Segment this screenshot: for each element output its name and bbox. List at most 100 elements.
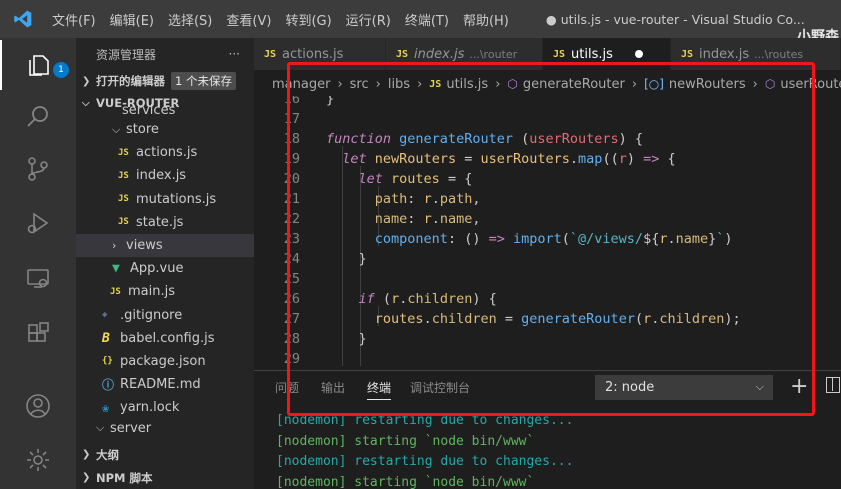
outline-section[interactable]: ❯ 大纲 [76,443,254,466]
breadcrumb-item[interactable]: utils.js [446,77,488,92]
source-control-icon[interactable] [0,144,76,194]
chevron-right-icon: › [112,239,117,253]
tree-folder-store[interactable]: ⌵ store [76,118,254,141]
vscode-logo-icon[interactable] [0,0,45,38]
remote-explorer-icon[interactable] [0,253,76,303]
code-line: 19 let newRouters = userRouters.map((r) … [254,149,841,169]
unsaved-badge: 1 个未保存 [171,72,236,90]
explorer-icon[interactable]: 1 [0,40,76,90]
chevron-right-icon: ❯ [82,75,91,87]
tree-file-app-vue[interactable]: ▼ App.vue [76,257,254,280]
new-terminal-button[interactable]: + [790,374,808,400]
settings-gear-icon[interactable] [0,435,76,485]
breadcrumb-item[interactable]: userRouters.m [780,77,841,92]
menu-terminal[interactable]: 终端(T) [398,10,456,29]
tab-actions-js[interactable]: JS actions.js [254,38,386,70]
line-number: 29 [283,351,300,366]
tree-file-index-js[interactable]: JS index.js [76,164,254,187]
terminal-selector[interactable]: 2: node ⌵ [595,375,773,400]
breadcrumb-item[interactable]: newRouters [669,77,746,92]
npm-scripts-label: NPM 脚本 [96,470,153,485]
tree-file-actions-js[interactable]: JS actions.js [76,141,254,164]
breadcrumb-item[interactable]: manager [272,77,330,92]
chevron-down-icon: ⌵ [112,122,121,136]
sidebar-bottom-sections: ❯ 大纲 ❯ NPM 脚本 [76,443,254,489]
tree-file-yarn-lock[interactable]: ❀ yarn.lock [76,396,254,419]
yarn-file-icon: ❀ [102,400,110,415]
js-file-icon: JS [681,48,694,60]
code-text: } [358,251,367,268]
npm-scripts-section[interactable]: ❯ NPM 脚本 [76,466,254,489]
open-editors-label: 打开的编辑器 [96,74,165,88]
vue-file-icon: ▼ [112,261,120,277]
tab-output[interactable]: 输出 [310,371,356,405]
terminal-output[interactable]: [nodemon] restarting due to changes... [… [254,404,841,489]
run-debug-icon[interactable] [0,198,76,248]
account-icon[interactable] [0,381,76,431]
tree-item-label: babel.config.js [120,330,215,346]
split-terminal-icon[interactable] [826,377,840,393]
chevron-right-icon: ❯ [82,472,91,483]
tree-file-package-json[interactable]: {} package.json [76,350,254,373]
tab-router-index-js[interactable]: JS index.js ...\router [386,38,543,70]
tab-utils-js[interactable]: JS utils.js [543,38,671,70]
menu-view[interactable]: 查看(V) [219,10,278,29]
tree-file-main-js[interactable]: JS main.js [76,280,254,303]
menu-file[interactable]: 文件(F) [45,10,103,29]
tree-file-readme[interactable]: ⓘ README.md [76,373,254,396]
tree-item-label: actions.js [136,145,198,161]
code-text: } [326,96,335,108]
code-line: 21 path: r.path, [254,189,841,209]
line-number: 26 [283,291,300,308]
breadcrumb-item[interactable]: src [350,77,369,92]
tree-item-label: .gitignore [120,307,183,323]
tree-item-label: mutations.js [136,191,217,207]
menu-run[interactable]: 运行(R) [339,10,398,29]
tree-file-babel-config[interactable]: B babel.config.js [76,327,254,350]
js-file-icon: JS [264,48,277,60]
tab-terminal[interactable]: 终端 [367,376,392,400]
js-file-icon: JS [118,147,129,158]
tree-folder-views[interactable]: › views [76,233,254,258]
unsaved-dot-icon[interactable] [634,50,643,58]
tab-description: ...\routes [754,47,804,61]
open-editors-section[interactable]: ❯ 打开的编辑器 1 个未保存 [76,70,254,92]
tab-label: actions.js [282,46,344,62]
tab-problems[interactable]: 问题 [264,371,310,405]
tab-routes-index-js[interactable]: JS index.js ...\routes [671,38,841,70]
chevron-down-icon: ⌵ [755,380,764,393]
code-editor[interactable]: 16} 17 18 function generateRouter (userRo… [254,96,841,366]
chevron-right-icon: › [375,76,381,92]
terminal-line: [nodemon] restarting due to changes... [276,413,841,434]
terminal-line: [nodemon] restarting due to changes... [276,454,841,475]
code-text: path: r.path, [374,191,481,208]
menu-help[interactable]: 帮助(H) [456,10,516,29]
line-number: 25 [283,271,300,288]
tab-debug-console[interactable]: 调试控制台 [399,371,481,405]
search-icon[interactable] [0,92,76,142]
line-number: 18 [283,131,300,148]
json-file-icon: {} [102,356,113,367]
breadcrumb-item[interactable]: libs [388,77,410,92]
chevron-right-icon: › [417,76,423,92]
tree-file-mutations-js[interactable]: JS mutations.js [76,188,254,211]
menu-edit[interactable]: 编辑(E) [103,10,161,29]
activity-bar: 1 [0,38,76,489]
tree-item-label: index.js [136,168,187,184]
more-actions-icon[interactable]: ··· [229,47,240,61]
tree-folder-server[interactable]: ⌵ server [76,419,254,437]
tree-file-state-js[interactable]: JS state.js [76,211,254,234]
chevron-right-icon: › [495,76,501,92]
breadcrumb-item[interactable]: generateRouter [523,77,625,92]
extensions-icon[interactable] [0,309,76,359]
line-number: 27 [283,311,300,328]
menu-go[interactable]: 转到(G) [278,10,338,29]
terminal-selector-value: 2: node [605,380,655,395]
terminal-tag: [nodemon] [276,413,347,428]
line-number: 23 [283,231,300,248]
chevron-right-icon: › [337,76,343,92]
js-file-icon: JS [118,170,129,181]
terminal-line: [nodemon] starting `node bin/www` [276,475,841,489]
tree-file-gitignore[interactable]: ◆ .gitignore [76,304,254,327]
menu-selection[interactable]: 选择(S) [161,10,219,29]
